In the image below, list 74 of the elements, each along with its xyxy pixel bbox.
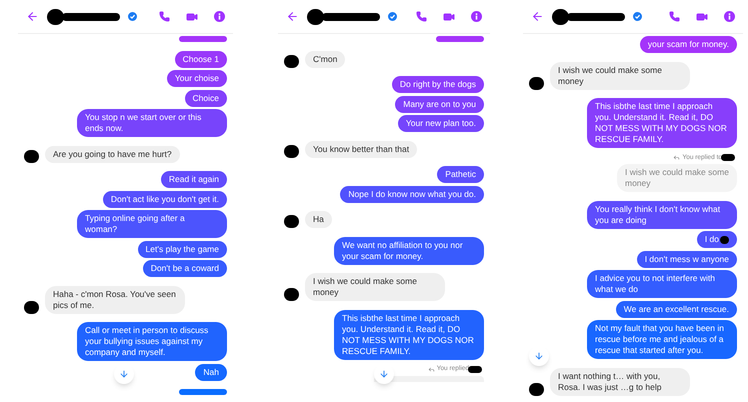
redacted-avatar xyxy=(284,54,299,68)
sent-message: You stop n we start over or this ends now. xyxy=(77,109,227,137)
redacted-avatar xyxy=(284,215,299,228)
scroll-down-button[interactable] xyxy=(529,346,549,366)
redacted-avatar xyxy=(552,8,569,24)
back-icon[interactable] xyxy=(286,10,299,23)
down-arrow-icon xyxy=(379,369,389,379)
sent-message: I don't mess w anyone xyxy=(636,250,737,268)
sent-message: Choice xyxy=(184,90,227,106)
redacted-avatar xyxy=(529,382,544,396)
info-icon[interactable] xyxy=(471,11,482,22)
sent-message: Nah xyxy=(195,364,227,380)
sent-message: Nope I do know now what you do. xyxy=(340,186,484,202)
received-message: I wish we could make some money xyxy=(305,273,445,301)
sent-message: Do right by the dogs xyxy=(392,76,484,93)
received-message: Are you going to have me hurt? xyxy=(45,146,180,162)
redaction-mark xyxy=(322,12,380,20)
redaction-mark xyxy=(721,154,735,161)
sent-message: Don't act like you don't get it. xyxy=(102,190,227,208)
received-message: C'mon xyxy=(305,50,346,68)
redacted-avatar xyxy=(284,288,299,301)
redacted-avatar xyxy=(284,144,299,158)
redacted-avatar xyxy=(24,150,39,162)
sent-message: I do xyxy=(696,231,737,248)
sent-message: I advice you to not interfere with what we do xyxy=(587,270,737,298)
received-message: You know better than that xyxy=(305,140,418,158)
sent-message: Your choise xyxy=(166,70,227,87)
sent-message: Call or meet in person to discuss your bullying issues against my company and myself. xyxy=(77,322,227,361)
info-icon[interactable] xyxy=(724,11,735,22)
redaction-mark xyxy=(567,12,625,20)
reply-icon xyxy=(673,154,680,161)
down-arrow-icon xyxy=(119,369,129,379)
sent-message: Many are on to you xyxy=(395,96,484,112)
info-icon[interactable] xyxy=(214,11,225,22)
sent-message: Choose 1 xyxy=(174,50,227,68)
redacted-avatar xyxy=(47,8,64,24)
reply-icon xyxy=(428,366,435,372)
scroll-down-button[interactable] xyxy=(374,364,394,384)
redaction-mark xyxy=(62,12,120,20)
sent-message: Your new plan too. xyxy=(398,115,484,132)
video-icon[interactable] xyxy=(696,10,708,22)
sent-message: Typing online going after a woman? xyxy=(77,210,227,238)
sent-message: This isbthe last time I approach you. Understand it. Read it, DO NOT MESS WITH MY DOGS NOR RESCUE FAMILY. xyxy=(587,98,737,148)
phone-icon[interactable] xyxy=(669,11,680,22)
redacted-avatar xyxy=(529,76,544,90)
sent-message: We want no affiliation to you nor your scam for money. xyxy=(334,236,484,264)
sent-message: Read it again xyxy=(160,171,227,188)
phone-icon[interactable] xyxy=(159,11,170,22)
phone-icon[interactable] xyxy=(416,11,427,22)
cut-off-message xyxy=(179,36,227,42)
sent-message: You really think I don't know what you are doing xyxy=(587,200,737,228)
cut-off-message xyxy=(436,36,484,42)
received-message: Ha xyxy=(305,211,332,228)
video-icon[interactable] xyxy=(186,10,198,22)
sent-message: This isbthe last time I approach you. Understand it. Read it, DO NOT MESS WITH MY DOGS NOR RESCUE FAMILY. xyxy=(334,310,484,360)
down-arrow-icon xyxy=(534,351,544,361)
back-icon[interactable] xyxy=(531,10,544,23)
received-message: Haha - c'mon Rosa. You've seen pics of me. xyxy=(45,286,185,314)
redacted-avatar xyxy=(307,8,324,24)
sent-message: Pathetic xyxy=(437,166,484,183)
video-icon[interactable] xyxy=(443,10,455,22)
redacted-avatar xyxy=(24,300,39,314)
quoted-message: I wish we could make some money xyxy=(617,164,737,192)
received-message: I wish we could make some money xyxy=(550,62,690,90)
received-message: I want nothing t… with you, Rosa. I was just …g to help xyxy=(550,368,690,396)
cut-off-message xyxy=(179,389,227,395)
redaction-mark xyxy=(468,366,482,372)
sent-message: Not my fault that you have been in rescue before me and jealous of a rescue that started after you. xyxy=(587,320,737,359)
sent-message: your scam for money. xyxy=(640,36,737,53)
back-icon[interactable] xyxy=(26,10,39,23)
sent-message: Don't be a coward xyxy=(142,260,227,277)
scroll-down-button[interactable] xyxy=(114,364,134,384)
sent-message: We are an excellent rescue. xyxy=(616,300,737,318)
sent-message: Let's play the game xyxy=(138,240,227,258)
